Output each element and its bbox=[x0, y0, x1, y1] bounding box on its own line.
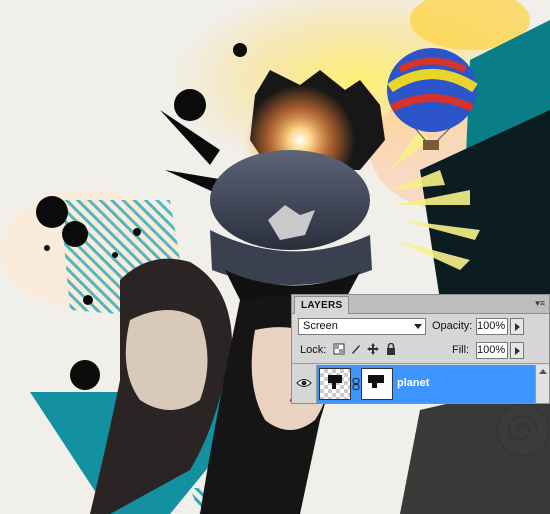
panel-tab-bar: LAYERS ▾≡ bbox=[292, 295, 549, 314]
panel-menu-icon[interactable]: ▾≡ bbox=[535, 297, 545, 309]
artwork bbox=[0, 0, 550, 514]
opacity-label: Opacity: bbox=[432, 320, 473, 332]
tab-layers[interactable]: LAYERS bbox=[294, 296, 350, 314]
divider bbox=[292, 363, 549, 364]
lock-all-icon[interactable] bbox=[385, 343, 397, 355]
blend-mode-value: Screen bbox=[303, 320, 338, 332]
layer-row-planet[interactable]: planet bbox=[292, 365, 535, 403]
fill-stepper[interactable] bbox=[510, 342, 524, 359]
layer-mask-thumbnail[interactable] bbox=[361, 368, 393, 400]
opacity-input[interactable]: 100% bbox=[476, 318, 508, 335]
blend-mode-select[interactable]: Screen bbox=[298, 318, 426, 335]
blend-row: Screen Opacity: 100% bbox=[292, 317, 549, 337]
layers-panel: LAYERS ▾≡ Screen Opacity: 100% Lock: Fil… bbox=[291, 294, 550, 404]
fill-label: Fill: bbox=[452, 344, 470, 356]
link-chain-icon[interactable] bbox=[352, 378, 360, 390]
lock-row: Lock: Fill: 100% bbox=[292, 341, 549, 361]
lock-transparency-icon[interactable] bbox=[333, 343, 345, 355]
dropdown-arrow-icon bbox=[414, 324, 422, 329]
lock-paint-brush-icon[interactable] bbox=[350, 343, 362, 355]
scrollbar[interactable] bbox=[535, 365, 549, 403]
lock-label: Lock: bbox=[300, 344, 327, 356]
layer-name[interactable]: planet bbox=[397, 377, 429, 389]
lock-move-icon[interactable] bbox=[367, 343, 379, 355]
canvas: LAYERS ▾≡ Screen Opacity: 100% Lock: Fil… bbox=[0, 0, 550, 514]
layer-thumbnail[interactable] bbox=[319, 368, 351, 400]
mask-thumbnail-image bbox=[368, 375, 384, 388]
fill-input[interactable]: 100% bbox=[476, 342, 508, 359]
opacity-stepper[interactable] bbox=[510, 318, 524, 335]
eye-icon bbox=[296, 379, 312, 387]
visibility-toggle[interactable] bbox=[292, 365, 317, 403]
layer-thumbnail-image bbox=[328, 375, 342, 389]
